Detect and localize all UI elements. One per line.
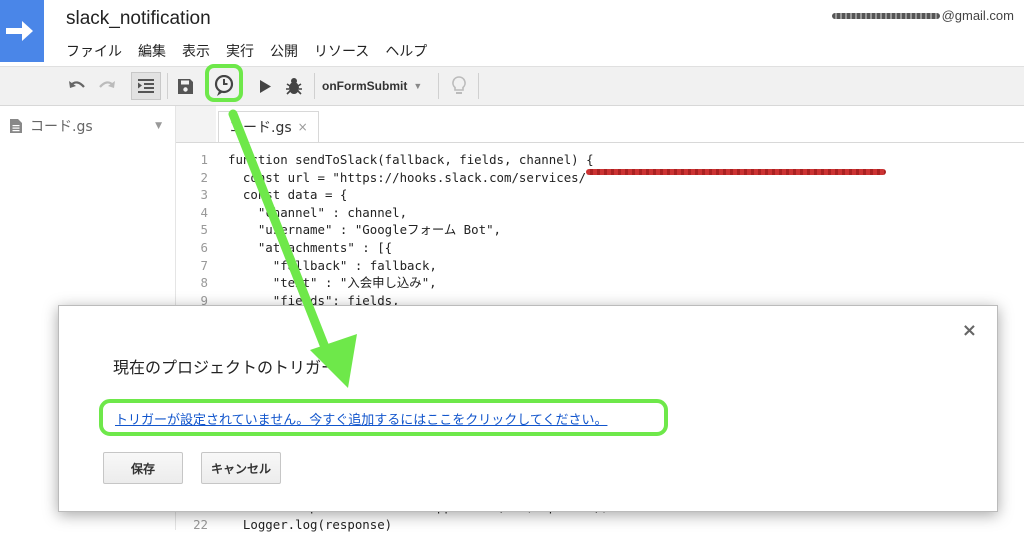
annotation-arrow <box>228 109 357 388</box>
